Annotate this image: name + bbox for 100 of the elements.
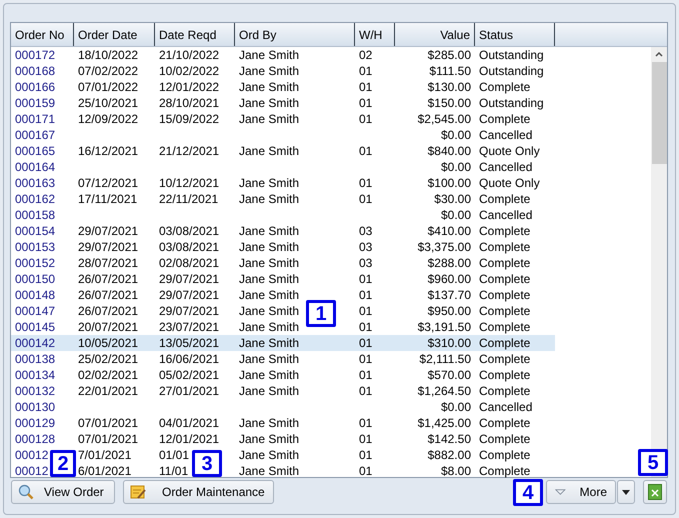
table-cell: 000128 bbox=[15, 431, 56, 447]
table-cell: 000129 bbox=[15, 415, 56, 431]
table-cell: Complete bbox=[479, 415, 530, 431]
table-cell: $0.00 bbox=[440, 399, 471, 415]
scroll-up-icon[interactable] bbox=[655, 52, 663, 57]
table-cell: Jane Smith bbox=[239, 287, 300, 303]
table-cell: 000154 bbox=[15, 223, 56, 239]
table-cell: Complete bbox=[479, 383, 530, 399]
column-header[interactable]: W/H bbox=[355, 23, 395, 46]
table-cell: 000134 bbox=[15, 367, 56, 383]
table-cell: 03 bbox=[359, 239, 372, 255]
magnifier-icon bbox=[18, 484, 34, 500]
table-cell: 01 bbox=[359, 271, 372, 287]
table-cell: 21/10/2022 bbox=[159, 47, 220, 63]
triangle-down-icon bbox=[555, 488, 566, 496]
table-cell: 01 bbox=[359, 367, 372, 383]
table-cell: Complete bbox=[479, 335, 530, 351]
table-cell: 07/12/2021 bbox=[78, 175, 138, 191]
table-cell: $310.00 bbox=[428, 335, 471, 351]
table-cell: Jane Smith bbox=[239, 351, 300, 367]
column-header[interactable]: Order No bbox=[11, 23, 74, 46]
table-cell: 000172 bbox=[15, 47, 56, 63]
table-cell: 01 bbox=[359, 191, 372, 207]
callout-number: 2 bbox=[50, 450, 76, 477]
table-cell: $111.50 bbox=[429, 63, 471, 79]
table-cell: 07/01/2021 bbox=[78, 415, 138, 431]
table-cell: Jane Smith bbox=[239, 79, 300, 95]
table-cell: 000165 bbox=[15, 143, 56, 159]
column-header[interactable]: Value bbox=[395, 23, 475, 46]
table-cell: 000142 bbox=[15, 335, 56, 351]
table-cell: Jane Smith bbox=[239, 383, 300, 399]
view-order-button[interactable]: View Order bbox=[11, 480, 115, 504]
table-cell: 01 bbox=[359, 319, 372, 335]
table-cell: Jane Smith bbox=[239, 463, 300, 479]
table-cell: 000163 bbox=[15, 175, 56, 191]
table-cell: Complete bbox=[479, 303, 530, 319]
table-cell: 000145 bbox=[15, 319, 56, 335]
table-cell: 26/07/2021 bbox=[78, 271, 138, 287]
table-cell: Jane Smith bbox=[239, 63, 300, 79]
table-cell: 13/05/2021 bbox=[159, 335, 220, 351]
selected-row-highlight[interactable]: 000142 10/05/2021 13/05/2021 Jane Smith 01 $310.00 Complete bbox=[11, 335, 555, 351]
excel-export-button[interactable] bbox=[643, 480, 667, 504]
table-cell: Complete bbox=[479, 319, 530, 335]
table-cell: 000158 bbox=[15, 207, 56, 223]
table-cell: 01 bbox=[359, 463, 372, 479]
table-cell: Jane Smith bbox=[239, 335, 300, 351]
column-header[interactable]: Ord By bbox=[235, 23, 355, 46]
table-cell: 01 bbox=[359, 287, 372, 303]
column-header[interactable]: Date Reqd bbox=[155, 23, 235, 46]
table-cell: 23/07/2021 bbox=[159, 319, 220, 335]
table-cell: Jane Smith bbox=[239, 223, 300, 239]
column-header[interactable]: Order Date bbox=[74, 23, 155, 46]
table-cell: Quote Only bbox=[479, 175, 540, 191]
table-cell: Complete bbox=[479, 271, 530, 287]
table-cell: $410.00 bbox=[428, 223, 471, 239]
callout-number: 5 bbox=[638, 449, 668, 476]
table-cell: $570.00 bbox=[428, 367, 471, 383]
table-cell: $1,264.50 bbox=[418, 383, 471, 399]
table-cell: 07/02/2022 bbox=[78, 63, 138, 79]
table-cell: $882.00 bbox=[428, 447, 471, 463]
table-cell: Complete bbox=[479, 255, 530, 271]
table-cell: 26/07/2021 bbox=[78, 303, 138, 319]
table-cell: Complete bbox=[479, 463, 530, 479]
table-cell: Jane Smith bbox=[239, 95, 300, 111]
table-cell: $840.00 bbox=[428, 143, 471, 159]
table-cell: 01 bbox=[359, 303, 372, 319]
table-cell: 17/11/2021 bbox=[78, 191, 138, 207]
table-cell: Complete bbox=[479, 239, 530, 255]
scrollbar-thumb[interactable] bbox=[652, 62, 666, 164]
table-cell: 01 bbox=[359, 143, 372, 159]
column-header[interactable]: Status bbox=[475, 23, 555, 46]
table-cell: 000159 bbox=[15, 95, 56, 111]
table-cell: 10/02/2022 bbox=[159, 63, 220, 79]
callout-number: 1 bbox=[306, 300, 336, 327]
order-maintenance-button[interactable]: Order Maintenance bbox=[123, 480, 274, 504]
table-cell: Jane Smith bbox=[239, 255, 300, 271]
table-cell: 01 bbox=[359, 175, 372, 191]
table-cell: 03/08/2021 bbox=[159, 239, 220, 255]
table-cell: 04/01/2021 bbox=[159, 415, 220, 431]
table-cell: $30.00 bbox=[434, 191, 471, 207]
table-cell: 02/08/2021 bbox=[159, 255, 220, 271]
table-cell: Cancelled bbox=[479, 207, 532, 223]
table-cell: 01 bbox=[359, 447, 372, 463]
table-cell: Complete bbox=[479, 191, 530, 207]
table-cell: Jane Smith bbox=[239, 271, 300, 287]
table-cell: 21/12/2021 bbox=[159, 143, 220, 159]
table-cell: 01 bbox=[359, 95, 372, 111]
dropdown-button[interactable] bbox=[617, 480, 635, 504]
callout-number: 3 bbox=[192, 450, 222, 477]
table-cell: 000138 bbox=[15, 351, 56, 367]
table-cell: 000148 bbox=[15, 287, 56, 303]
table-cell: $130.00 bbox=[428, 79, 471, 95]
table-cell: 000167 bbox=[15, 127, 56, 143]
table-cell: 11/01 bbox=[159, 463, 188, 479]
table-cell: 16/06/2021 bbox=[159, 351, 220, 367]
table-cell: 03 bbox=[359, 223, 372, 239]
table-cell: 000164 bbox=[15, 159, 56, 175]
more-button[interactable]: More bbox=[546, 480, 616, 504]
table-cell: $3,375.00 bbox=[418, 239, 471, 255]
table-cell: $100.00 bbox=[428, 175, 471, 191]
